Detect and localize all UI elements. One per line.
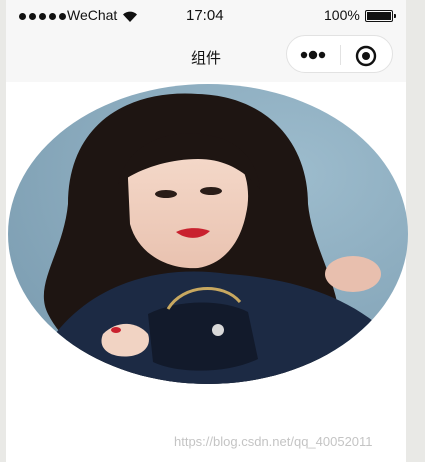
phone-screen: WeChat 17:04 100% 组件 https://blog.csdn.n… bbox=[6, 0, 408, 462]
page-content bbox=[6, 82, 408, 462]
signal-icon bbox=[19, 9, 66, 23]
wifi-icon bbox=[123, 11, 137, 22]
status-bar: WeChat 17:04 100% bbox=[6, 0, 406, 32]
battery-percentage: 100% bbox=[324, 7, 360, 23]
more-icon[interactable] bbox=[300, 50, 328, 60]
menu-capsule bbox=[286, 35, 393, 73]
circular-photo bbox=[8, 84, 408, 384]
carrier-name: WeChat bbox=[67, 7, 118, 23]
battery-icon bbox=[365, 10, 396, 22]
capsule-divider bbox=[340, 45, 341, 65]
navigation-bar: 组件 bbox=[6, 32, 406, 82]
status-time: 17:04 bbox=[186, 7, 224, 24]
watermark: https://blog.csdn.net/qq_40052011 bbox=[174, 434, 373, 449]
close-miniprogram-icon[interactable] bbox=[355, 45, 377, 67]
